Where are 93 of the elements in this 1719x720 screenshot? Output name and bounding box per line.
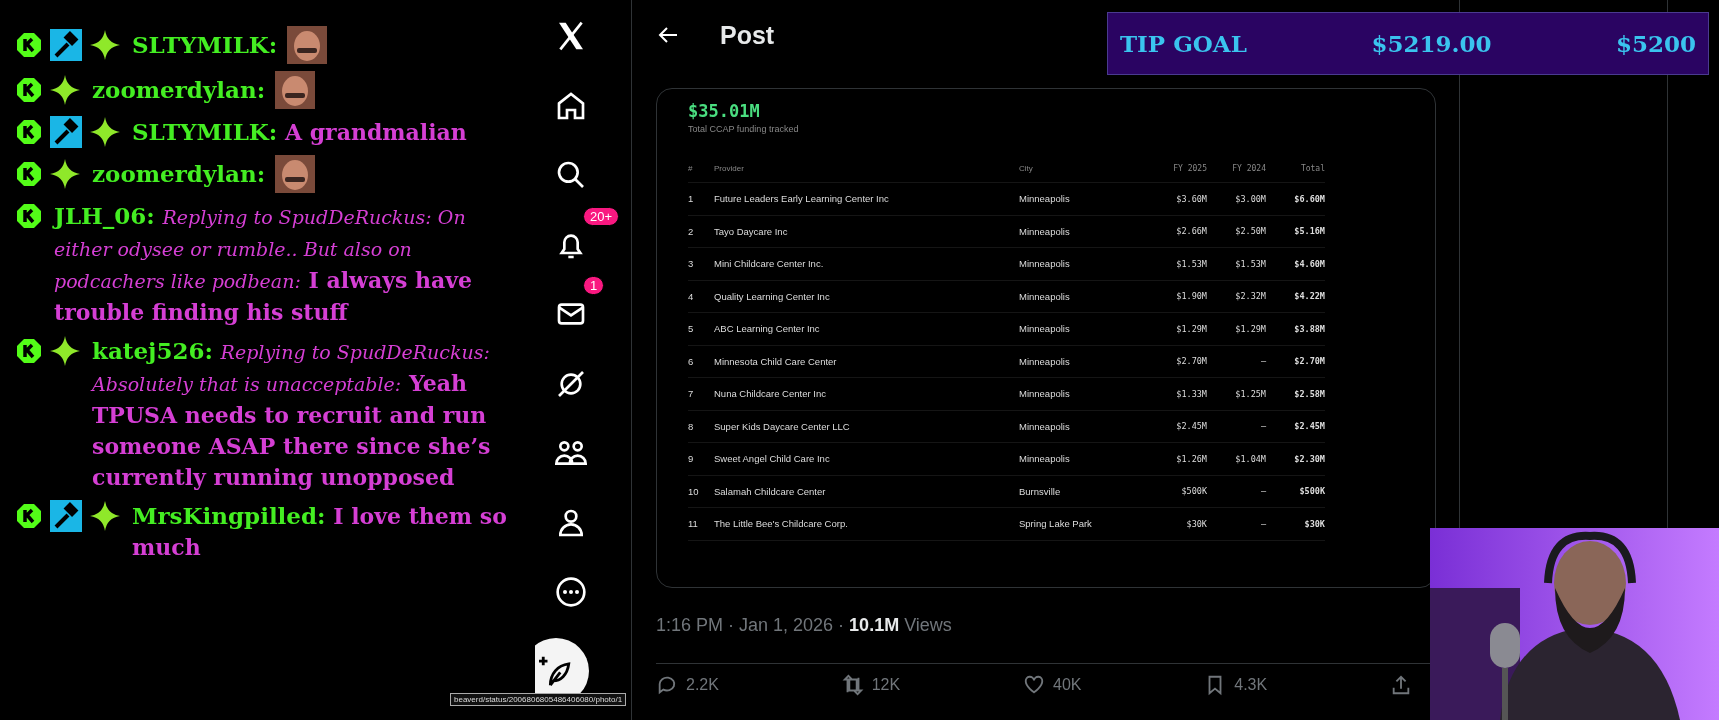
table-cell: Spring Lake Park	[1019, 508, 1150, 541]
table-cell: $2.66M	[1150, 215, 1207, 248]
goal-amount: $5219.00	[1371, 30, 1492, 57]
total-label: Total CCAP funding tracked	[688, 124, 800, 134]
repost-button[interactable]: 12K	[841, 674, 901, 696]
table-cell: Salamah Childcare Center	[714, 475, 1019, 508]
table-cell: 5	[688, 313, 714, 346]
funding-total: $35.01M	[688, 101, 761, 121]
notification-count: 20+	[583, 206, 620, 226]
link-tooltip: beaverd/status/2006806805486406080/photo/1	[450, 693, 627, 706]
column-header: FY 2025	[1150, 164, 1207, 183]
post-timestamp: 1:16 PM · Jan 1, 2026 · 10.1M Views	[656, 615, 953, 637]
table-cell: Minneapolis	[1019, 378, 1150, 411]
table-cell: $2.50M	[1207, 215, 1266, 248]
column-header: #	[688, 164, 714, 183]
table-cell: Tayo Daycare Inc	[714, 215, 1019, 248]
table-cell: 8	[688, 410, 714, 443]
column-header: City	[1019, 164, 1150, 183]
table-cell: –	[1207, 475, 1266, 508]
table-cell: Minnesota Child Care Center	[714, 345, 1019, 378]
table-cell: 7	[688, 378, 714, 411]
chat-message: katej526: Replying to SpudDeRuckus: Absolutely that is unacceptable: Yeah TPUSA needs to recruit and run someone ASAP there since she’s currently running unopposed	[92, 336, 492, 492]
table-cell: Minneapolis	[1019, 345, 1150, 378]
table-cell: $1.04M	[1207, 443, 1266, 476]
table-cell: $2.70M	[1266, 345, 1325, 378]
table-cell: ABC Learning Center Inc	[714, 313, 1019, 346]
chat-message: MrsKingpilled: I love them so much	[132, 501, 508, 562]
table-cell: Quality Learning Center Inc	[714, 280, 1019, 313]
notification-count: 1	[583, 276, 605, 295]
table-cell: The Little Bee's Childcare Corp.	[714, 508, 1019, 541]
table-cell: Minneapolis	[1019, 248, 1150, 281]
goal-label: TIP GOAL	[1120, 30, 1247, 57]
bookmark-button[interactable]: 4.3K	[1204, 674, 1268, 696]
table-cell: 4	[688, 280, 714, 313]
table-cell: $500K	[1150, 475, 1207, 508]
table-cell: Minneapolis	[1019, 215, 1150, 248]
column-header: Provider	[714, 164, 1019, 183]
table-cell: $500K	[1266, 475, 1325, 508]
table-cell: Nuna Childcare Center Inc	[714, 378, 1019, 411]
table-cell: $4.22M	[1266, 280, 1325, 313]
table-cell: $2.30M	[1266, 443, 1325, 476]
table-cell: Minneapolis	[1019, 313, 1150, 346]
table-cell: 6	[688, 345, 714, 378]
table-cell: Super Kids Daycare Center LLC	[714, 410, 1019, 443]
table-cell: Burnsville	[1019, 475, 1150, 508]
table-cell: 2	[688, 215, 714, 248]
table-cell: $3.60M	[1150, 183, 1207, 216]
table-cell: Sweet Angel Child Care Inc	[714, 443, 1019, 476]
table-cell: 10	[688, 475, 714, 508]
table-cell: $1.26M	[1150, 443, 1207, 476]
table-cell: $30K	[1150, 508, 1207, 541]
table-cell: Mini Childcare Center Inc.	[714, 248, 1019, 281]
table-cell: $30K	[1266, 508, 1325, 541]
table-cell: $3.00M	[1207, 183, 1266, 216]
table-cell: $2.70M	[1150, 345, 1207, 378]
table-cell: –	[1207, 508, 1266, 541]
table-cell: $1.53M	[1207, 248, 1266, 281]
table-cell: Minneapolis	[1019, 183, 1150, 216]
table-cell: 11	[688, 508, 714, 541]
table-cell: –	[1207, 345, 1266, 378]
table-cell: $1.25M	[1207, 378, 1266, 411]
table-cell: Minneapolis	[1019, 280, 1150, 313]
table-cell: $1.53M	[1150, 248, 1207, 281]
table-cell: Future Leaders Early Learning Center Inc	[714, 183, 1019, 216]
table-cell: 9	[688, 443, 714, 476]
column-header: Total	[1266, 164, 1325, 183]
table-cell: $5.16M	[1266, 215, 1325, 248]
column-header: FY 2024	[1207, 164, 1266, 183]
table-cell: –	[1207, 410, 1266, 443]
goal-target: $5200	[1615, 30, 1696, 57]
table-cell: $2.45M	[1150, 410, 1207, 443]
chat-message: zoomerdylan:	[92, 75, 266, 105]
table-cell: $1.33M	[1150, 378, 1207, 411]
chat-message: JLH_06: Replying to SpudDeRuckus: On either odysee or rumble.. But also on podcachers like podbean: I always have trouble finding his stuff	[54, 201, 474, 327]
chat-message: SLTYMILK:	[132, 30, 278, 60]
table-cell: 3	[688, 248, 714, 281]
table-cell: $2.58M	[1266, 378, 1325, 411]
table-cell: $1.29M	[1207, 313, 1266, 346]
chat-message: zoomerdylan:	[92, 159, 266, 189]
table-cell: Minneapolis	[1019, 443, 1150, 476]
table-cell: $2.32M	[1207, 280, 1266, 313]
table-cell: $3.88M	[1266, 313, 1325, 346]
table-cell: $1.29M	[1150, 313, 1207, 346]
table-cell: $4.60M	[1266, 248, 1325, 281]
table-cell: $2.45M	[1266, 410, 1325, 443]
table-cell: $6.60M	[1266, 183, 1325, 216]
table-cell: $1.90M	[1150, 280, 1207, 313]
table-cell: 1	[688, 183, 714, 216]
page-title: Post	[720, 20, 775, 50]
table-cell: Minneapolis	[1019, 410, 1150, 443]
comment-button[interactable]: 2.2K	[656, 674, 719, 696]
chat-message: SLTYMILK: A grandmalian	[132, 117, 468, 147]
heart-button[interactable]: 40K	[1023, 674, 1082, 696]
